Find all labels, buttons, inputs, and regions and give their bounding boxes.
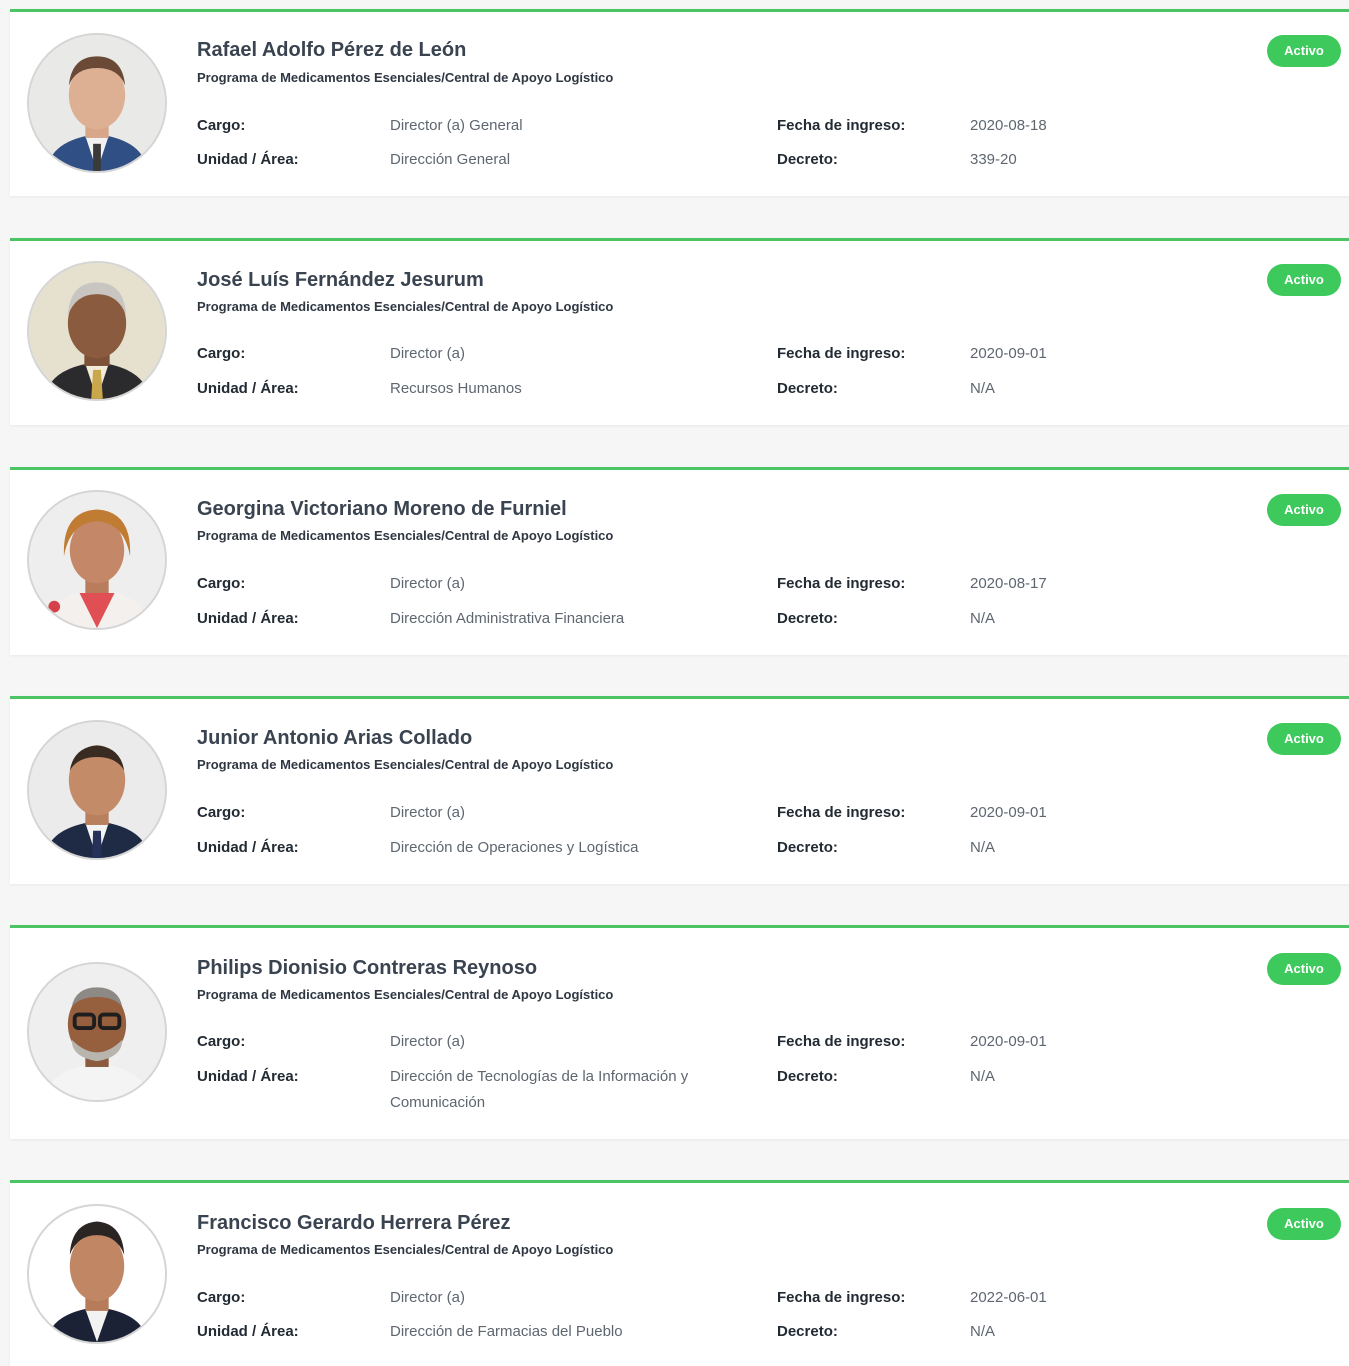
official-photo <box>27 490 167 630</box>
fecha-ingreso-value: 2020-09-01 <box>970 1033 1047 1050</box>
fecha-ingreso-label: Fecha de ingreso: <box>777 1033 906 1050</box>
decreto-value: 339-20 <box>970 151 1017 168</box>
fecha-ingreso-value: 2020-09-01 <box>970 345 1047 362</box>
official-card: Francisco Gerardo Herrera Pérez Programa… <box>10 1180 1349 1366</box>
cargo-label: Cargo: <box>197 575 246 592</box>
unidad-value: Recursos Humanos <box>390 380 522 397</box>
unidad-label: Unidad / Área: <box>197 1323 299 1340</box>
status-badge: Activo <box>1267 953 1341 985</box>
cargo-value: Director (a) <box>390 1033 466 1050</box>
fecha-ingreso-value: 2020-08-18 <box>970 117 1047 134</box>
decreto-value: N/A <box>970 1323 996 1340</box>
official-photo <box>27 33 167 173</box>
fecha-ingreso-label: Fecha de ingreso: <box>777 345 906 362</box>
decreto-label: Decreto: <box>777 151 838 168</box>
decreto-label: Decreto: <box>777 380 838 397</box>
official-card: Philips Dionisio Contreras Reynoso Progr… <box>10 925 1349 1139</box>
decreto-label: Decreto: <box>777 610 838 627</box>
official-organization: Programa de Medicamentos Esenciales/Cent… <box>197 70 614 85</box>
decreto-value: N/A <box>970 1068 996 1085</box>
official-organization: Programa de Medicamentos Esenciales/Cent… <box>197 299 614 314</box>
official-photo <box>27 720 167 860</box>
cargo-value: Director (a) General <box>390 117 523 134</box>
official-card: José Luís Fernández Jesurum Programa de … <box>10 238 1349 425</box>
unidad-label: Unidad / Área: <box>197 151 299 168</box>
unidad-value: Dirección de Operaciones y Logística <box>390 839 639 856</box>
unidad-label: Unidad / Área: <box>197 610 299 627</box>
cargo-value: Director (a) <box>390 345 466 362</box>
official-organization: Programa de Medicamentos Esenciales/Cent… <box>197 987 614 1002</box>
official-card: Georgina Victoriano Moreno de Furniel Pr… <box>10 467 1349 655</box>
cargo-label: Cargo: <box>197 1289 246 1306</box>
official-photo <box>27 1204 167 1344</box>
unidad-value: Dirección Administrativa Financiera <box>390 610 625 627</box>
fecha-ingreso-label: Fecha de ingreso: <box>777 575 906 592</box>
official-name: Rafael Adolfo Pérez de León <box>197 39 467 61</box>
official-organization: Programa de Medicamentos Esenciales/Cent… <box>197 757 614 772</box>
unidad-label: Unidad / Área: <box>197 839 299 856</box>
unidad-value: Dirección General <box>390 151 511 168</box>
fecha-ingreso-label: Fecha de ingreso: <box>777 117 906 134</box>
status-badge: Activo <box>1267 264 1341 296</box>
decreto-label: Decreto: <box>777 839 838 856</box>
official-card: Junior Antonio Arias Collado Programa de… <box>10 696 1349 884</box>
cargo-value: Director (a) <box>390 1289 466 1306</box>
official-organization: Programa de Medicamentos Esenciales/Cent… <box>197 528 614 543</box>
decreto-value: N/A <box>970 380 996 397</box>
decreto-label: Decreto: <box>777 1323 838 1340</box>
official-name: Philips Dionisio Contreras Reynoso <box>197 957 538 979</box>
fecha-ingreso-value: 2020-08-17 <box>970 575 1047 592</box>
unidad-label: Unidad / Área: <box>197 380 299 397</box>
unidad-value: Dirección de Farmacias del Pueblo <box>390 1323 623 1340</box>
unidad-value: Dirección de Tecnologías de la Informaci… <box>390 1068 689 1111</box>
fecha-ingreso-value: 2022-06-01 <box>970 1289 1047 1306</box>
cargo-label: Cargo: <box>197 117 246 134</box>
cargo-value: Director (a) <box>390 575 466 592</box>
decreto-value: N/A <box>970 610 996 627</box>
decreto-value: N/A <box>970 839 996 856</box>
fecha-ingreso-label: Fecha de ingreso: <box>777 804 906 821</box>
cargo-value: Director (a) <box>390 804 466 821</box>
cargo-label: Cargo: <box>197 804 246 821</box>
official-name: Junior Antonio Arias Collado <box>197 727 473 749</box>
official-name: Francisco Gerardo Herrera Pérez <box>197 1212 511 1234</box>
cargo-label: Cargo: <box>197 1033 246 1050</box>
status-badge: Activo <box>1267 723 1341 755</box>
official-name: José Luís Fernández Jesurum <box>197 269 484 291</box>
official-organization: Programa de Medicamentos Esenciales/Cent… <box>197 1242 614 1257</box>
cargo-label: Cargo: <box>197 345 246 362</box>
status-badge: Activo <box>1267 1208 1341 1240</box>
status-badge: Activo <box>1267 35 1341 67</box>
official-name: Georgina Victoriano Moreno de Furniel <box>197 498 567 520</box>
fecha-ingreso-label: Fecha de ingreso: <box>777 1289 906 1306</box>
official-photo <box>27 261 167 401</box>
official-card: Rafael Adolfo Pérez de León Programa de … <box>10 9 1349 196</box>
decreto-label: Decreto: <box>777 1068 838 1085</box>
status-badge: Activo <box>1267 494 1341 526</box>
official-photo <box>27 962 167 1102</box>
fecha-ingreso-value: 2020-09-01 <box>970 804 1047 821</box>
unidad-label: Unidad / Área: <box>197 1068 299 1085</box>
